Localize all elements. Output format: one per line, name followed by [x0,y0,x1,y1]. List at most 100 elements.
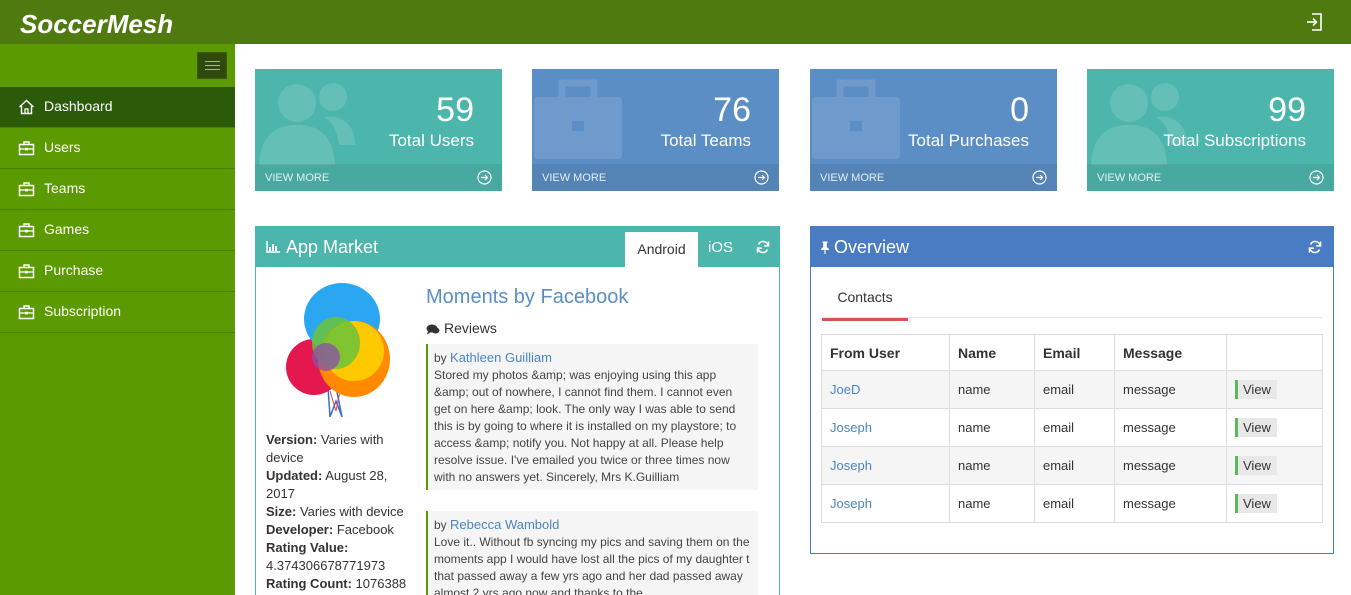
table-row: Joseph name email message View [821,408,1323,447]
cell-message: message [1114,446,1227,485]
tab-contacts[interactable]: Contacts [822,279,908,321]
reviews-heading: Reviews [426,320,497,336]
sidebar-item-games[interactable]: Games [0,210,235,251]
stat-label: Total Users [388,131,474,150]
cell-name: name [949,446,1035,485]
app-market-panel: App Market Android iOS Version: Varies w… [255,226,780,595]
column-header [1226,334,1323,371]
stat-card-subscriptions: 99 Total Subscriptions VIEW MORE [1087,69,1334,191]
menu-toggle-icon[interactable] [197,52,227,79]
briefcase-icon [18,264,35,279]
review-by-label: by [434,518,447,532]
tab-ios[interactable]: iOS [708,239,733,256]
briefcase-icon [18,305,35,320]
table-row: Joseph name email message View [821,484,1323,523]
stat-value: 59 [436,91,474,129]
panel-title: App Market [286,237,379,257]
review-item: by Rebecca Wambold Love it.. Without fb … [426,511,758,595]
stat-value: 0 [1010,91,1029,129]
from-user-link[interactable]: Joseph [830,420,872,435]
cell-name: name [949,484,1035,523]
column-header: Message [1114,334,1227,371]
view-more-label: VIEW MORE [542,172,607,184]
review-text: Stored my photos &amp; was enjoying usin… [434,368,737,484]
sidebar-item-label: Dashboard [44,98,113,114]
sidebar-item-teams[interactable]: Teams [0,169,235,210]
view-button[interactable]: View [1235,418,1277,437]
cell-message: message [1114,408,1227,447]
cell-email: email [1034,370,1115,409]
sidebar-item-label: Games [44,221,90,237]
brand-logo[interactable]: SoccerMesh [20,9,173,40]
meta-value: Facebook [336,522,394,537]
view-more-link[interactable]: VIEW MORE [1087,164,1334,191]
panel-title: Overview [834,237,910,257]
app-meta: Version: Varies with device Updated: Aug… [266,431,416,593]
sidebar-item-purchase[interactable]: Purchase [0,251,235,292]
pin-icon [821,241,829,254]
meta-label: Developer: [266,522,334,537]
stat-label: Total Teams [660,131,751,150]
arrow-circle-right-icon [477,170,492,185]
cell-message: message [1114,484,1227,523]
sidebar-item-label: Subscription [44,303,122,319]
sidebar: Dashboard Users Teams Games Purchase Sub… [0,44,235,595]
view-button[interactable]: View [1235,456,1277,475]
refresh-icon[interactable] [756,240,770,254]
view-button[interactable]: View [1235,494,1277,513]
bar-chart-icon [266,241,280,253]
column-header: Name [949,334,1035,371]
column-header: From User [821,334,950,371]
sidebar-item-users[interactable]: Users [0,128,235,169]
view-more-link[interactable]: VIEW MORE [532,164,779,191]
sidebar-item-subscription[interactable]: Subscription [0,292,235,333]
from-user-link[interactable]: Joseph [830,496,872,511]
cell-email: email [1034,484,1115,523]
home-icon [18,99,35,115]
review-author-link[interactable]: Kathleen Guilliam [450,350,552,365]
view-more-link[interactable]: VIEW MORE [810,164,1057,191]
table-header-row: From User Name Email Message [821,334,1323,371]
from-user-link[interactable]: JoeD [830,382,860,397]
users-icon [259,83,355,165]
sidebar-item-dashboard[interactable]: Dashboard [0,87,235,128]
tab-android[interactable]: Android [625,232,698,267]
stat-value: 99 [1268,91,1306,129]
logout-icon[interactable] [1305,12,1325,32]
meta-value: Varies with device [299,504,404,519]
arrow-circle-right-icon [1309,170,1324,185]
sidebar-nav: Dashboard Users Teams Games Purchase Sub… [0,87,235,333]
from-user-link[interactable]: Joseph [830,458,872,473]
table-row: Joseph name email message View [821,446,1323,485]
meta-value: 4.374306678771973 [266,558,386,573]
app-market-header: App Market Android iOS [256,227,779,267]
review-author-link[interactable]: Rebecca Wambold [450,517,559,532]
reviews-heading-label: Reviews [444,320,497,336]
view-button[interactable]: View [1235,380,1277,399]
cell-name: name [949,370,1035,409]
tab-divider [822,317,1322,318]
view-more-label: VIEW MORE [265,172,330,184]
sidebar-item-label: Users [44,139,81,155]
arrow-circle-right-icon [1032,170,1047,185]
stat-value: 76 [713,91,751,129]
cell-email: email [1034,446,1115,485]
stat-card-users: 59 Total Users VIEW MORE [255,69,502,191]
stat-label: Total Purchases [908,131,1029,150]
stat-label: Total Subscriptions [1163,131,1306,150]
meta-label: Rating Count: [266,576,352,591]
meta-label: Rating Value: [266,540,349,555]
app-name-link[interactable]: Moments by Facebook [426,286,628,309]
top-bar: SoccerMesh [0,0,1351,44]
view-more-label: VIEW MORE [1097,172,1162,184]
view-more-label: VIEW MORE [820,172,885,184]
review-byline: by Rebecca Wambold [434,516,752,534]
meta-label: Size: [266,504,297,519]
view-more-link[interactable]: VIEW MORE [255,164,502,191]
arrow-circle-right-icon [754,170,769,185]
cell-email: email [1034,408,1115,447]
sidebar-item-label: Purchase [44,262,104,278]
meta-label: Version: [266,432,318,447]
refresh-icon[interactable] [1308,240,1322,254]
table-row: JoeD name email message View [821,370,1323,409]
